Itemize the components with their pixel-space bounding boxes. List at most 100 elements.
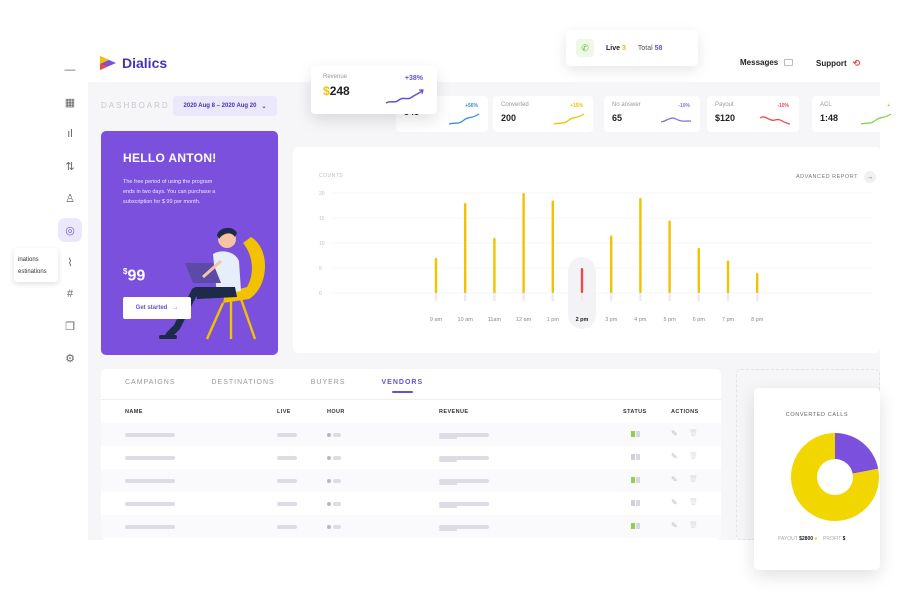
flyout-item[interactable]: estinations	[18, 266, 54, 278]
placeholder-cell	[277, 525, 297, 529]
delete-icon[interactable]: 🗑	[689, 452, 698, 460]
stat-change: +	[887, 103, 890, 109]
placeholder-cell	[439, 506, 457, 508]
tab-destinations[interactable]: DESTINATIONS	[212, 379, 275, 386]
tab-buyers[interactable]: BUYERS	[311, 379, 346, 386]
bar-base	[522, 293, 525, 301]
stat-change: +15%	[570, 103, 583, 109]
trend-sparkline-icon	[553, 113, 585, 125]
chart-bar[interactable]	[697, 248, 700, 293]
chart-bar[interactable]	[522, 193, 525, 293]
placeholder-cell	[125, 456, 175, 460]
edit-icon[interactable]: ✎	[671, 475, 678, 484]
edit-icon[interactable]: ✎	[671, 429, 678, 438]
column-header[interactable]: REVENUE	[439, 409, 468, 415]
chart-bar[interactable]	[668, 220, 671, 294]
edit-icon[interactable]: ✎	[671, 498, 678, 507]
chart-bar[interactable]	[756, 273, 759, 293]
hour-indicator	[327, 433, 331, 437]
get-started-button[interactable]: Get started →	[123, 297, 191, 319]
status-indicator	[631, 477, 640, 483]
trend-sparkline-icon	[759, 116, 791, 125]
table-row[interactable]: ✎ 🗑	[101, 515, 721, 538]
person-on-chair-illustration	[159, 227, 266, 340]
settings-icon[interactable]: ⚙	[58, 346, 82, 370]
placeholder-cell	[439, 483, 457, 485]
bar-chart-icon[interactable]: ıl	[58, 122, 82, 146]
phone-icon[interactable]: ✆	[576, 39, 594, 57]
copy-icon[interactable]: ❐	[58, 314, 82, 338]
chart-bar[interactable]	[464, 203, 467, 293]
messages-link[interactable]: Messages	[740, 58, 794, 67]
converted-calls-donut	[791, 433, 879, 521]
minus-icon[interactable]: —	[58, 58, 82, 82]
x-tick-label: 1 pm	[547, 317, 560, 323]
calls-bar-chart: 0 5 10 15 20 9 am 10 am 11am 12 am 1 pm 2 pm 3 pm 4 …	[319, 191, 873, 329]
delete-icon[interactable]: 🗑	[689, 429, 698, 437]
welcome-card: HELLO ANTON! The free period of using th…	[101, 131, 278, 355]
app-logo[interactable]: Dialics	[100, 55, 167, 71]
flyout-item[interactable]: inations	[18, 254, 54, 266]
x-tick-label: 7 pm	[722, 317, 735, 323]
live-calls: Live 3	[606, 44, 626, 52]
stat-card: Payout $120 -10%	[707, 96, 799, 132]
users-icon[interactable]: ♙	[58, 186, 82, 210]
chart-bar[interactable]	[580, 268, 584, 293]
y-tick-label: 15	[319, 216, 325, 222]
profit-slice[interactable]	[835, 433, 879, 474]
bar-base	[697, 293, 700, 301]
column-header[interactable]: STATUS	[623, 409, 647, 415]
tab-vendors[interactable]: VENDORS	[382, 379, 424, 393]
target-icon[interactable]: ◎	[58, 218, 82, 242]
sidebar-flyout: inations estinations	[14, 248, 58, 282]
x-tick-label: 2 pm	[576, 317, 589, 323]
table-row[interactable]: ✎ 🗑	[101, 423, 721, 446]
edit-icon[interactable]: ✎	[671, 521, 678, 530]
support-link[interactable]: Support ⟲	[816, 58, 860, 69]
hour-indicator	[327, 525, 331, 529]
hour-indicator	[327, 479, 331, 483]
y-tick-label: 0	[319, 291, 322, 297]
delete-icon[interactable]: 🗑	[689, 498, 698, 506]
table-row[interactable]: ✎ 🗑	[101, 446, 721, 469]
stat-change: +56%	[465, 103, 478, 109]
transfer-icon[interactable]: ⇅	[58, 154, 82, 178]
support-icon: ⟲	[852, 58, 861, 68]
chart-bar[interactable]	[551, 200, 554, 294]
x-tick-label: 10 am	[458, 317, 474, 323]
tab-campaigns[interactable]: CAMPAIGNS	[125, 379, 176, 386]
grid-icon[interactable]: ▦	[58, 90, 82, 114]
column-header[interactable]: LIVE	[277, 409, 291, 415]
status-indicator	[631, 500, 640, 506]
date-range-picker[interactable]: 2020 Aug 8 – 2020 Aug 20 ⌄	[173, 96, 277, 116]
chart-bar[interactable]	[639, 198, 642, 293]
vendors-table-card: CAMPAIGNS DESTINATIONS BUYERS VENDORS NAME …	[101, 369, 721, 540]
x-tick-label: 9 am	[430, 317, 443, 323]
chart-bar[interactable]	[434, 258, 438, 293]
table-row[interactable]: ✎ 🗑	[101, 469, 721, 492]
bar-base	[464, 293, 467, 301]
placeholder-cell	[277, 433, 297, 437]
edit-icon[interactable]: ✎	[671, 452, 678, 461]
x-tick-label: 8 pm	[751, 317, 764, 323]
number-icon[interactable]: #	[58, 282, 82, 306]
chart-bar[interactable]	[726, 260, 730, 294]
placeholder-cell	[333, 502, 341, 506]
revenue-trend-icon	[385, 89, 424, 104]
table-row[interactable]: ✎ 🗑	[101, 492, 721, 515]
chart-bar[interactable]	[610, 235, 613, 294]
trend-sparkline-icon	[860, 113, 892, 125]
app-name: Dialics	[122, 55, 168, 71]
y-tick-label: 5	[319, 266, 322, 272]
delete-icon[interactable]: 🗑	[689, 475, 698, 483]
column-header[interactable]: NAME	[125, 409, 143, 415]
route-icon[interactable]: ⌇	[58, 250, 82, 274]
column-header[interactable]: HOUR	[327, 409, 345, 415]
bar-base	[434, 293, 438, 301]
delete-icon[interactable]: 🗑	[689, 521, 698, 529]
trend-sparkline-icon	[660, 117, 692, 123]
chart-bar[interactable]	[493, 238, 496, 293]
placeholder-cell	[125, 502, 175, 506]
column-header[interactable]: ACTIONS	[671, 409, 699, 415]
welcome-title: HELLO ANTON!	[123, 151, 217, 165]
